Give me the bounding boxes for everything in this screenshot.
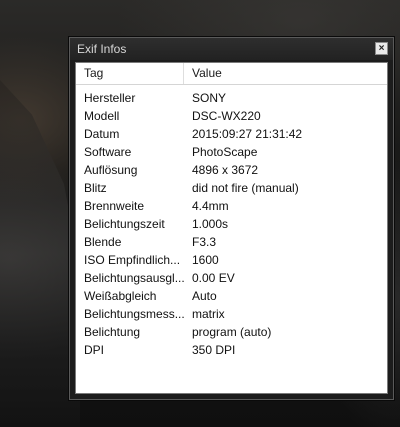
value-cell: matrix — [192, 307, 225, 321]
value-cell: 0.00 EV — [192, 271, 235, 285]
value-cell: 4896 x 3672 — [192, 163, 259, 177]
tag-cell: Belichtungsmess... — [84, 307, 184, 321]
list-rows: Hersteller SONY Modell DSC-WX220 Datum 2015… — [76, 89, 387, 359]
list-item[interactable]: Brennweite 4.4mm — [76, 197, 387, 215]
list-item[interactable]: Weißabgleich Auto — [76, 287, 387, 305]
exif-info-window: Exif Infos × Tag Value Hersteller SONY Mo… — [69, 37, 394, 400]
tag-cell: Blitz — [84, 181, 107, 195]
list-item[interactable]: ISO Empfindlich... 1600 — [76, 251, 387, 269]
tag-cell: Datum — [84, 127, 120, 141]
list-item[interactable]: DPI 350 DPI — [76, 341, 387, 359]
tag-cell: Hersteller — [84, 91, 136, 105]
value-cell: SONY — [192, 91, 227, 105]
value-cell: 1.000s — [192, 217, 229, 231]
list-item[interactable]: Datum 2015:09:27 21:31:42 — [76, 125, 387, 143]
tag-cell: Belichtungszeit — [84, 217, 165, 231]
tag-cell: Blende — [84, 235, 122, 249]
list-item[interactable]: Belichtungszeit 1.000s — [76, 215, 387, 233]
value-cell: 4.4mm — [192, 199, 229, 213]
tag-cell: DPI — [84, 343, 105, 357]
column-header-tag[interactable]: Tag — [76, 63, 184, 84]
tag-cell: Software — [84, 145, 132, 159]
tag-cell: Brennweite — [84, 199, 145, 213]
value-cell: DSC-WX220 — [192, 109, 261, 123]
title-bar[interactable]: Exif Infos × — [70, 38, 393, 60]
list-item[interactable]: Auflösung 4896 x 3672 — [76, 161, 387, 179]
list-item[interactable]: Belichtung program (auto) — [76, 323, 387, 341]
value-cell: did not fire (manual) — [192, 181, 299, 195]
value-cell: 350 DPI — [192, 343, 236, 357]
tag-cell: ISO Empfindlich... — [84, 253, 181, 267]
list-item[interactable]: Software PhotoScape — [76, 143, 387, 161]
window-title: Exif Infos — [77, 42, 127, 56]
value-cell: F3.3 — [192, 235, 217, 249]
tag-cell: Auflösung — [84, 163, 138, 177]
value-cell: Auto — [192, 289, 217, 303]
value-cell: program (auto) — [192, 325, 272, 339]
tag-cell: Belichtung — [84, 325, 141, 339]
value-cell: 2015:09:27 21:31:42 — [192, 127, 303, 141]
list-item[interactable]: Blitz did not fire (manual) — [76, 179, 387, 197]
value-cell: 1600 — [192, 253, 219, 267]
column-header-value[interactable]: Value — [184, 63, 387, 84]
close-button[interactable]: × — [375, 42, 388, 55]
tag-cell: Modell — [84, 109, 120, 123]
tag-cell: Weißabgleich — [84, 289, 157, 303]
value-cell: PhotoScape — [192, 145, 258, 159]
list-item[interactable]: Belichtungsausgl... 0.00 EV — [76, 269, 387, 287]
tag-cell: Belichtungsausgl... — [84, 271, 184, 285]
list-item[interactable]: Belichtungsmess... matrix — [76, 305, 387, 323]
exif-list-view[interactable]: Tag Value Hersteller SONY Modell DSC-WX220… — [75, 62, 388, 394]
list-item[interactable]: Hersteller SONY — [76, 89, 387, 107]
list-header: Tag Value — [76, 63, 387, 85]
list-item[interactable]: Modell DSC-WX220 — [76, 107, 387, 125]
close-icon: × — [378, 42, 385, 54]
list-item[interactable]: Blende F3.3 — [76, 233, 387, 251]
screen: Exif Infos × Tag Value Hersteller SONY Mo… — [0, 0, 400, 427]
